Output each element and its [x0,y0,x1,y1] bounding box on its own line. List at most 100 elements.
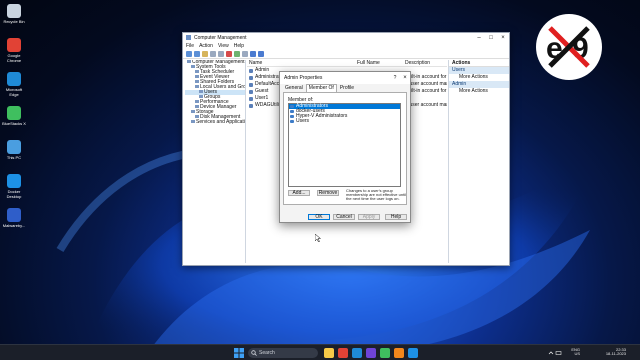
maximize-icon[interactable]: □ [485,35,497,41]
column-name[interactable]: Name [249,60,262,66]
mouse-cursor-icon [315,234,321,242]
desktop-icon[interactable]: Google Chrome [2,38,26,63]
up-icon[interactable] [202,51,208,57]
view-icon[interactable] [258,51,264,57]
refresh-icon[interactable] [234,51,240,57]
desktop-app-icon [7,140,21,154]
user-name: Guest [255,88,269,94]
member-of-panel: Member of: Administrators docker-users Hyp… [283,92,407,205]
menu-file[interactable]: File [186,43,194,49]
taskbar-app-icon[interactable] [366,348,376,358]
more-actions-item[interactable]: More Actions [449,74,509,81]
dialog-tab[interactable]: Member Of [305,84,337,92]
more-actions-item[interactable]: More Actions [449,88,509,95]
dialog-tab[interactable]: Profile [338,85,356,92]
group-icon [290,105,294,108]
close-icon[interactable]: × [497,35,509,41]
start-icon[interactable] [234,348,244,358]
list-header: Name Full Name Description [247,60,447,67]
desktop-icon[interactable]: BlueStacks X [2,106,26,126]
dialog-close-icon[interactable]: × [400,75,410,81]
actions-pane: Actions Users More Actions Admin More Action… [448,60,509,263]
admin-properties-dialog: Admin Properties ? × General Member Of Pro… [279,71,411,223]
region-code: US [574,351,580,356]
desktop-app-icon [7,106,21,120]
tree-node-icon [195,115,199,119]
desktop-app-icon [7,38,21,52]
console-tree: Computer Management (Local)System ToolsT… [185,60,246,263]
dialog-help-icon[interactable]: ? [390,75,400,81]
dialog-title: Admin Properties [284,75,323,81]
member-of-list[interactable]: Administrators docker-users Hyper-V Admini… [288,103,401,187]
apply-button[interactable]: Apply [358,214,380,220]
tree-node-icon [199,95,203,99]
delete-icon[interactable] [226,51,232,57]
user-name: Admin [255,67,270,73]
language-indicator[interactable]: ENG US [568,348,580,356]
dialog-titlebar: Admin Properties ? × [280,72,410,84]
help-button[interactable]: Help [385,214,407,220]
taskbar-search[interactable]: Search [248,348,318,358]
actions-section-header[interactable]: Admin [449,81,509,88]
user-description: A user account manag [405,102,447,108]
cancel-button[interactable]: Cancel [333,214,355,220]
group-icon [290,110,294,113]
taskbar-app-icon[interactable] [380,348,390,358]
user-icon [249,76,253,80]
desktop-app-icon [7,174,21,188]
add-button[interactable]: Add... [288,190,310,196]
actions-section-header[interactable]: Users [449,67,509,74]
user-description: A user account manag [405,81,447,87]
tray-icons [548,350,562,356]
user-name: User1 [255,95,269,101]
window-title: Computer Management [194,34,247,41]
desktop-icon-label: Malwareby... [2,223,26,228]
taskbar-app-icon[interactable] [394,348,404,358]
group-icon [290,120,294,123]
column-full-name[interactable]: Full Name [357,60,380,66]
user-description: Built-in account for gu [405,88,447,94]
toolbar [183,50,509,59]
ok-button[interactable]: OK [308,214,330,220]
search-placeholder: Search [259,350,275,356]
tree-node-icon [195,105,199,109]
tree-node-icon [195,80,199,84]
desktop-icon-label: Microsoft Edge [5,87,23,97]
taskbar-app-icon[interactable] [324,348,334,358]
desktop-app-icon [7,208,21,222]
show-hide-tree-icon[interactable] [210,51,216,57]
menu-help[interactable]: Help [234,43,244,49]
actions-title: Actions [449,60,509,67]
clock[interactable]: 22:33 18-11-2023 [596,348,626,356]
user-icon [249,90,253,94]
group-list-item[interactable]: Users [289,119,400,124]
taskbar-app-icon[interactable] [408,348,418,358]
user-description: Built-in account for ad [405,74,447,80]
back-icon[interactable] [186,51,192,57]
desktop-icon[interactable]: Recycle Bin [2,4,26,24]
tree-item[interactable]: Services and Applications [185,120,245,125]
search-icon [251,350,257,356]
desktop-icon[interactable]: Malwareby... [2,208,26,228]
desktop-icon[interactable]: Microsoft Edge [2,72,26,97]
tree-item-label: Services and Applications [196,119,245,125]
menu-view[interactable]: View [218,43,229,49]
tree-node-icon [195,100,199,104]
minimize-icon[interactable]: – [473,35,485,41]
taskbar-app-icon[interactable] [338,348,348,358]
menu-action[interactable]: Action [199,43,213,49]
taskbar-app-icon[interactable] [352,348,362,358]
desktop-icon[interactable]: This PC [2,140,26,160]
properties-icon[interactable] [218,51,224,57]
user-icon [249,83,253,87]
dialog-tab[interactable]: General [283,85,305,92]
desktop-app-icon [7,4,21,18]
remove-button[interactable]: Remove [317,190,339,196]
help-icon[interactable] [250,51,256,57]
column-description[interactable]: Description [405,60,430,66]
tree-node-icon [195,70,199,74]
export-icon[interactable] [242,51,248,57]
desktop-icon[interactable]: Docker Desktop [2,174,26,199]
tree-node-icon [195,75,199,79]
forward-icon[interactable] [194,51,200,57]
